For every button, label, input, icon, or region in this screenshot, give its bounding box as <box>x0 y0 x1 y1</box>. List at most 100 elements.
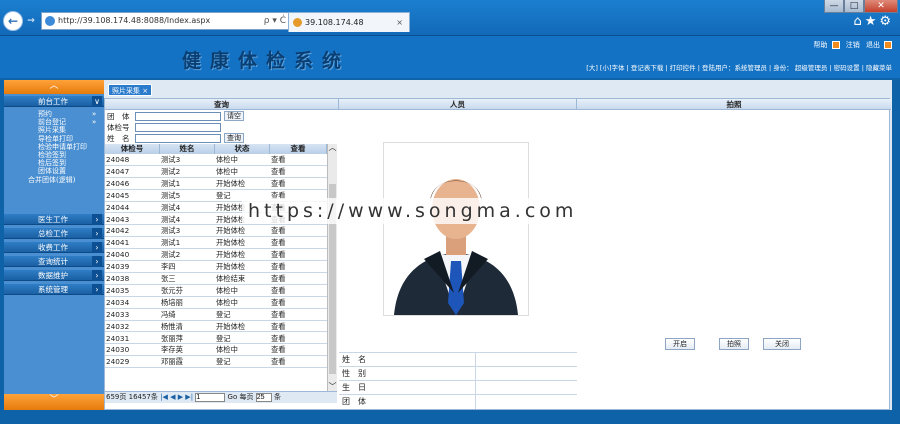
clear-button[interactable]: 请空 <box>224 111 244 121</box>
take-photo-button[interactable]: 拍照 <box>719 338 749 350</box>
browser-chrome: — □ ✕ ← → http://39.108.174.48:8088/Inde… <box>0 0 900 36</box>
view-link[interactable]: 查看 <box>271 356 286 367</box>
view-link[interactable]: 查看 <box>271 178 286 189</box>
help-link[interactable]: 帮助 <box>814 41 828 49</box>
cell-name: 测试5 <box>161 190 181 200</box>
table-scrollbar[interactable]: ︿ ﹀ <box>327 144 337 391</box>
view-link[interactable]: 查看 <box>271 297 286 308</box>
cell-status: 体检中 <box>216 285 238 295</box>
pager-go-button[interactable]: Go <box>228 393 238 401</box>
sidebar-section-system[interactable]: 系统管理 › <box>4 284 104 295</box>
view-link[interactable]: 查看 <box>271 273 286 284</box>
cell-name: 邓丽霞 <box>161 357 183 367</box>
table-row[interactable]: 24032 杨惟清 开始体检 查看 <box>105 321 327 333</box>
sidebar-item[interactable]: 团体设置 <box>4 167 104 175</box>
maximize-button[interactable]: □ <box>844 0 864 13</box>
view-link[interactable]: 查看 <box>271 166 286 177</box>
table-row[interactable]: 24033 冯绮 登记 查看 <box>105 309 327 321</box>
table-row[interactable]: 24029 邓丽霞 登记 查看 <box>105 356 327 369</box>
table-row[interactable]: 24041 测试1 开始体检 查看 <box>105 237 327 250</box>
tab-photo-capture[interactable]: 照片采集 × <box>108 84 153 96</box>
tab-close-icon[interactable]: × <box>396 13 403 32</box>
cell-status: 体检中 <box>216 345 238 355</box>
search-refresh-icon[interactable]: ρ ▾ Ċ <box>264 13 286 29</box>
sidebar-item[interactable]: 合并团体(逻辑) <box>4 176 104 184</box>
sidebar-section-front[interactable]: 前台工作 ∨ <box>4 96 104 107</box>
browser-tab[interactable]: 39.108.174.48 × <box>288 12 410 32</box>
sidebar-section-data[interactable]: 数据维护 › <box>4 270 104 281</box>
sidebar-scroll-up-button[interactable]: ︿ <box>4 80 104 94</box>
search-button[interactable]: 查询 <box>224 133 244 143</box>
sidebar-front-items: 预约» 前台登记» 照片采集 导检单打印 检验申请单打印 检验签到 检后签到 团… <box>4 110 104 184</box>
table-row[interactable]: 24039 李四 开始体检 查看 <box>105 261 327 273</box>
minimize-button[interactable]: — <box>824 0 844 13</box>
chevron-down-icon: ∨ <box>92 96 102 107</box>
view-link[interactable]: 查看 <box>271 154 286 165</box>
sidebar-item[interactable]: 检验签到 <box>4 151 104 159</box>
view-link[interactable]: 查看 <box>271 261 286 272</box>
person-column-header: 人员 <box>339 99 577 110</box>
cell-status: 登记 <box>216 357 231 367</box>
view-link[interactable]: 查看 <box>271 309 286 320</box>
tab-close-icon[interactable]: × <box>142 87 148 95</box>
address-url: http://39.108.174.48:8088/Index.aspx <box>58 16 211 25</box>
cell-status: 开始体检 <box>216 321 246 331</box>
close-window-button[interactable]: ✕ <box>864 0 898 13</box>
shoot-column-header: 拍照 <box>577 99 891 110</box>
pager-nav-icons[interactable]: |◀ ◀ ▶ ▶| <box>160 393 193 401</box>
cell-status: 体检中 <box>216 155 238 164</box>
view-link[interactable]: 查看 <box>271 321 286 332</box>
home-favorites-settings-icon[interactable]: ⌂★⚙ <box>853 14 894 29</box>
view-link[interactable]: 查看 <box>271 225 286 236</box>
sidebar-item[interactable]: 预约» <box>4 110 104 118</box>
exit-icon <box>884 41 892 49</box>
cell-name: 张丽萍 <box>161 333 183 343</box>
sidebar-item[interactable]: 照片采集 <box>4 126 104 134</box>
logout-link[interactable]: 注销 <box>846 41 860 49</box>
forward-button[interactable]: → <box>23 13 39 29</box>
cell-exam-no: 24035 <box>106 285 130 295</box>
sidebar-section-review[interactable]: 总检工作 › <box>4 228 104 239</box>
address-bar[interactable]: http://39.108.174.48:8088/Index.aspx ρ ▾… <box>41 12 291 30</box>
group-label: 团 体 <box>107 112 130 121</box>
view-link[interactable]: 查看 <box>271 333 286 344</box>
sidebar-section-billing[interactable]: 收费工作 › <box>4 242 104 253</box>
scroll-down-icon[interactable]: ﹀ <box>328 383 337 391</box>
pager-page-input[interactable] <box>195 392 226 402</box>
table-row[interactable]: 24035 张元芬 体检中 查看 <box>105 285 327 297</box>
table-row[interactable]: 24034 杨培丽 体检中 查看 <box>105 297 327 309</box>
view-link[interactable]: 查看 <box>271 249 286 260</box>
user-info-line[interactable]: [大] [小]字体 | 登记表下载 | 打印控件 | 登陆用户：系统管理员 | … <box>586 62 892 72</box>
table-row[interactable]: 24031 张丽萍 登记 查看 <box>105 333 327 345</box>
sidebar-section-doctor[interactable]: 医生工作 › <box>4 214 104 225</box>
view-link[interactable]: 查看 <box>271 285 286 296</box>
sidebar-scroll-down-button[interactable]: ﹀ <box>4 394 104 410</box>
group-input[interactable] <box>135 112 221 121</box>
sidebar-item[interactable]: 检验申请单打印 <box>4 143 104 151</box>
name-input[interactable] <box>135 134 221 143</box>
table-row[interactable]: 24047 测试2 体检中 查看 <box>105 166 327 178</box>
cell-name: 杨惟清 <box>161 321 183 331</box>
cell-name: 张三 <box>161 274 176 283</box>
cell-name: 杨培丽 <box>161 297 183 307</box>
person-silhouette-icon <box>394 179 518 315</box>
table-row[interactable]: 24048 测试3 体检中 查看 <box>105 154 327 166</box>
table-row[interactable]: 24040 测试2 开始体检 查看 <box>105 249 327 262</box>
view-link[interactable]: 查看 <box>271 344 286 355</box>
scroll-up-icon[interactable]: ︿ <box>328 144 337 152</box>
pager-per-input[interactable] <box>255 392 272 402</box>
table-row[interactable]: 24042 测试3 开始体检 查看 <box>105 225 327 238</box>
open-camera-button[interactable]: 开启 <box>665 338 695 350</box>
sidebar-section-stats[interactable]: 查询统计 › <box>4 256 104 267</box>
sidebar-item[interactable]: 导检单打印 <box>4 135 104 143</box>
close-camera-button[interactable]: 关闭 <box>763 338 801 350</box>
chevron-right-icon: › <box>92 228 102 239</box>
exam-no-input[interactable] <box>135 123 221 132</box>
table-row[interactable]: 24030 李存英 体检中 查看 <box>105 344 327 357</box>
back-button[interactable]: ← <box>3 11 23 31</box>
table-row[interactable]: 24046 测试1 开始体检 查看 <box>105 178 327 190</box>
table-row[interactable]: 24038 张三 体检结束 查看 <box>105 273 327 285</box>
view-link[interactable]: 查看 <box>271 237 286 248</box>
exit-link[interactable]: 退出 <box>866 41 880 49</box>
cell-exam-no: 24048 <box>106 155 130 164</box>
